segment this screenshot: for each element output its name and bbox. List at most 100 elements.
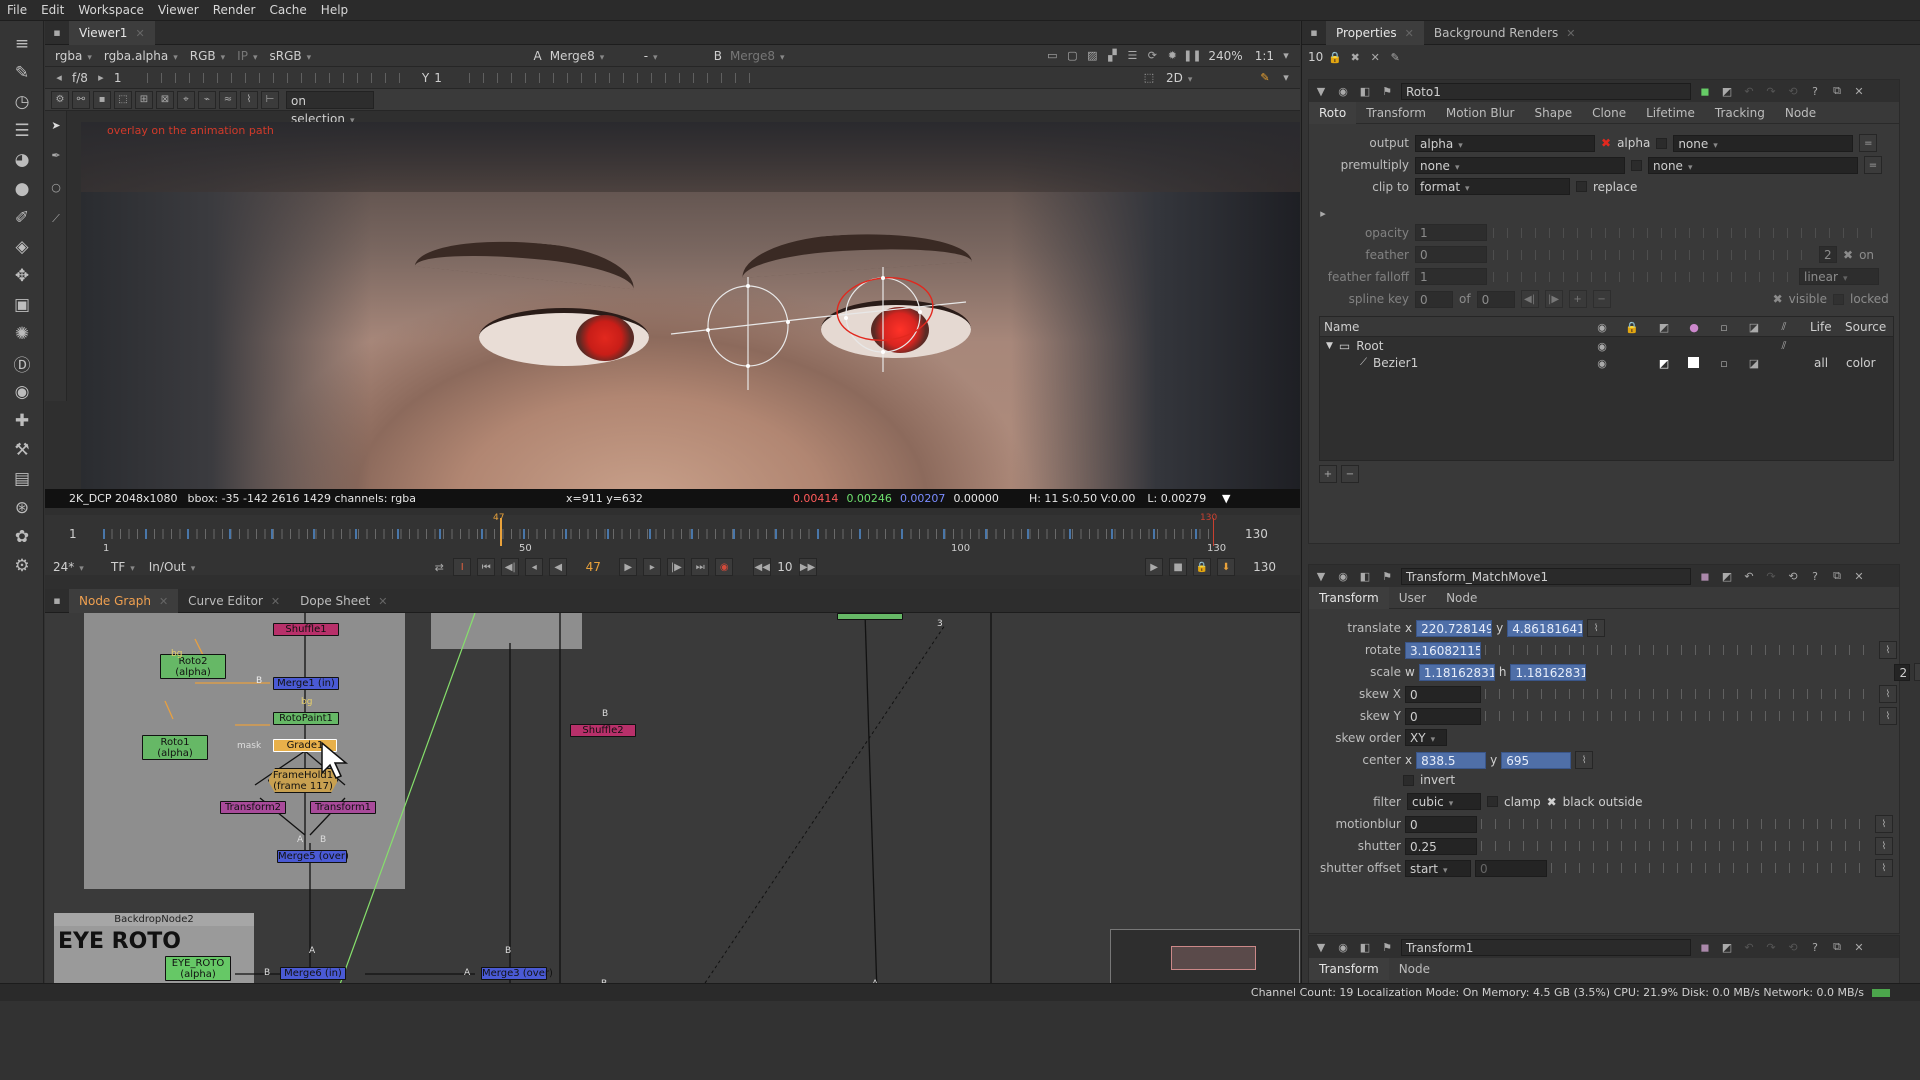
prev-key-icon[interactable]: ◀| — [501, 558, 520, 576]
purple-swatch-icon[interactable]: ◼ — [1697, 568, 1713, 584]
eye-icon[interactable]: ◉ — [1594, 355, 1610, 371]
curve-icon[interactable]: ⌇ — [1879, 707, 1897, 725]
tab-curve-editor[interactable]: Curve Editor ✕ — [178, 589, 290, 613]
ellipse-tool-icon[interactable]: ○ — [48, 179, 64, 195]
feather-falloff-slider[interactable] — [1493, 271, 1793, 282]
tab-tracking[interactable]: Tracking — [1705, 102, 1775, 124]
float-icon[interactable]: ⧉ — [1829, 939, 1845, 955]
timeline-ruler[interactable] — [103, 529, 1213, 539]
node-shuffle2[interactable]: Shuffle2 — [570, 724, 636, 737]
menu-viewer[interactable]: Viewer — [151, 0, 206, 21]
max-panels-value[interactable]: 10 — [1308, 50, 1323, 64]
center-x-field[interactable]: 838.5 — [1416, 751, 1487, 769]
select-points-icon[interactable]: ⬚ — [114, 90, 132, 109]
add-button[interactable]: + — [1319, 465, 1337, 483]
toolsets-icon[interactable]: ⚒ — [8, 437, 36, 463]
viewer-icon[interactable]: ◉ — [1335, 939, 1351, 955]
curve-icon[interactable]: ⌇ — [1875, 859, 1893, 877]
node-merge3[interactable]: Merge3 (over) — [481, 967, 553, 980]
close-icon[interactable]: ✕ — [135, 27, 144, 40]
close-icon[interactable]: ✕ — [1851, 939, 1867, 955]
node-green-top[interactable] — [837, 613, 903, 620]
lock-icon[interactable]: 🔒 — [1327, 49, 1343, 65]
clip-to-select[interactable]: format — [1415, 178, 1570, 195]
collapse-arrow-icon[interactable]: ▼ — [1313, 83, 1329, 99]
filter-select[interactable]: cubic — [1407, 793, 1481, 810]
tool-icon[interactable]: ⚑ — [1379, 83, 1395, 99]
prev-key-icon[interactable]: ◀| — [1520, 290, 1539, 308]
proxy-icon[interactable]: ▞ — [1104, 48, 1120, 64]
close-icon[interactable]: ✕ — [378, 595, 387, 608]
skewx-slider[interactable] — [1485, 689, 1875, 699]
tool-icon[interactable]: ⚑ — [1379, 568, 1395, 584]
translate-x-field[interactable]: 220.728149 — [1416, 619, 1493, 637]
close-icon[interactable]: ✕ — [1851, 568, 1867, 584]
fstop-right-icon[interactable]: ▸ — [93, 70, 109, 86]
help-icon[interactable]: ? — [1807, 83, 1823, 99]
metadata-icon[interactable]: ✚ — [8, 408, 36, 434]
viewer-icon[interactable]: ◉ — [1335, 83, 1351, 99]
tab-node-graph[interactable]: Node Graph ✕ — [69, 589, 179, 613]
tree-row-root[interactable]: ▼ ▭ Root ◉ ⫽ — [1320, 337, 1893, 354]
views-icon[interactable]: ◉ — [8, 379, 36, 405]
clip-icon[interactable]: ▢ — [1064, 48, 1080, 64]
close-icon[interactable]: ✕ — [1851, 83, 1867, 99]
ripple-icon[interactable]: ⌇ — [240, 90, 258, 109]
node-color-icon[interactable]: ◧ — [1357, 568, 1373, 584]
tangent-icon[interactable]: ⌁ — [198, 90, 216, 109]
ratio-value[interactable]: 1:1 — [1255, 49, 1274, 63]
bezier-tool-icon[interactable]: ✒ — [48, 147, 64, 163]
fstop-value[interactable]: f/8 — [72, 71, 88, 85]
purple-swatch-icon[interactable]: ◼ — [1697, 939, 1713, 955]
step-forward-icon[interactable]: ▸ — [643, 558, 662, 576]
link-icon[interactable]: ⚯ — [72, 90, 90, 109]
motionblur-slider[interactable] — [1481, 819, 1871, 829]
loop-icon[interactable]: ⇄ — [431, 559, 447, 575]
undo-icon[interactable]: ↶ — [1741, 939, 1757, 955]
premultiply-select[interactable]: none — [1415, 156, 1625, 174]
node-roto1[interactable]: Roto1 (alpha) — [142, 735, 208, 760]
draw-icon[interactable]: ✎ — [8, 60, 36, 86]
view-mode-select[interactable]: 2D — [1162, 69, 1252, 87]
float-icon[interactable]: ⧉ — [1829, 83, 1845, 99]
curve-icon[interactable]: ⌇ — [1875, 815, 1893, 833]
center-y-field[interactable]: 695 — [1501, 751, 1572, 769]
chevron-down-icon[interactable]: ▼ — [1218, 491, 1234, 507]
node-shuffle1[interactable]: Shuffle1 — [273, 623, 339, 636]
timeline-out[interactable]: 130 — [1253, 560, 1276, 574]
filter-icon[interactable]: ● — [8, 176, 36, 202]
transform-name-field[interactable]: Transform_MatchMove1 — [1401, 567, 1691, 585]
blend-icon[interactable]: ◪ — [1746, 319, 1762, 335]
viewer-icon[interactable]: ◉ — [1335, 568, 1351, 584]
feather-num-field[interactable]: 2 — [1819, 246, 1837, 263]
tab-node[interactable]: Node — [1775, 102, 1826, 124]
gain-slider[interactable] — [146, 72, 407, 83]
anim-icon[interactable]: ⊢ — [261, 90, 279, 109]
menu-workspace[interactable]: Workspace — [71, 0, 151, 21]
tree-header-name[interactable]: Name — [1324, 320, 1359, 334]
color-swatch-icon[interactable]: ◩ — [1719, 83, 1735, 99]
motionblur-icon[interactable]: ⫽ — [1776, 319, 1792, 335]
second-channel-checkbox[interactable] — [1656, 137, 1668, 149]
of-field[interactable]: 0 — [1476, 290, 1515, 308]
help-icon[interactable]: ? — [1807, 939, 1823, 955]
undo-icon[interactable]: ↶ — [1741, 83, 1757, 99]
lock-icon[interactable]: 🔒 — [1624, 319, 1640, 335]
tab-transform[interactable]: Transform — [1356, 102, 1436, 124]
color-icon[interactable]: ◕ — [8, 147, 36, 173]
feather-falloff-field[interactable]: 1 — [1415, 268, 1487, 285]
color-swatch-icon[interactable]: ◩ — [1719, 939, 1735, 955]
fps-select[interactable]: 24* — [49, 558, 101, 576]
shutter-field[interactable]: 0.25 — [1405, 837, 1477, 855]
image-icon[interactable]: ≡ — [8, 31, 36, 57]
node-roto2[interactable]: Roto2 (alpha) — [160, 654, 226, 679]
curve-icon[interactable]: ⌇ — [1875, 837, 1893, 855]
play-icon[interactable]: ▶ — [619, 558, 638, 576]
next-key-icon[interactable]: |▶ — [667, 558, 686, 576]
node-transform2[interactable]: Transform2 — [220, 801, 286, 814]
tab-properties[interactable]: Properties ✕ — [1326, 20, 1424, 45]
scale-num-field[interactable]: 2 — [1894, 663, 1911, 681]
curve-icon[interactable]: ⌇ — [1879, 685, 1897, 703]
tab-roto[interactable]: Roto — [1309, 101, 1357, 124]
plugins-icon[interactable]: ✿ — [8, 524, 36, 550]
